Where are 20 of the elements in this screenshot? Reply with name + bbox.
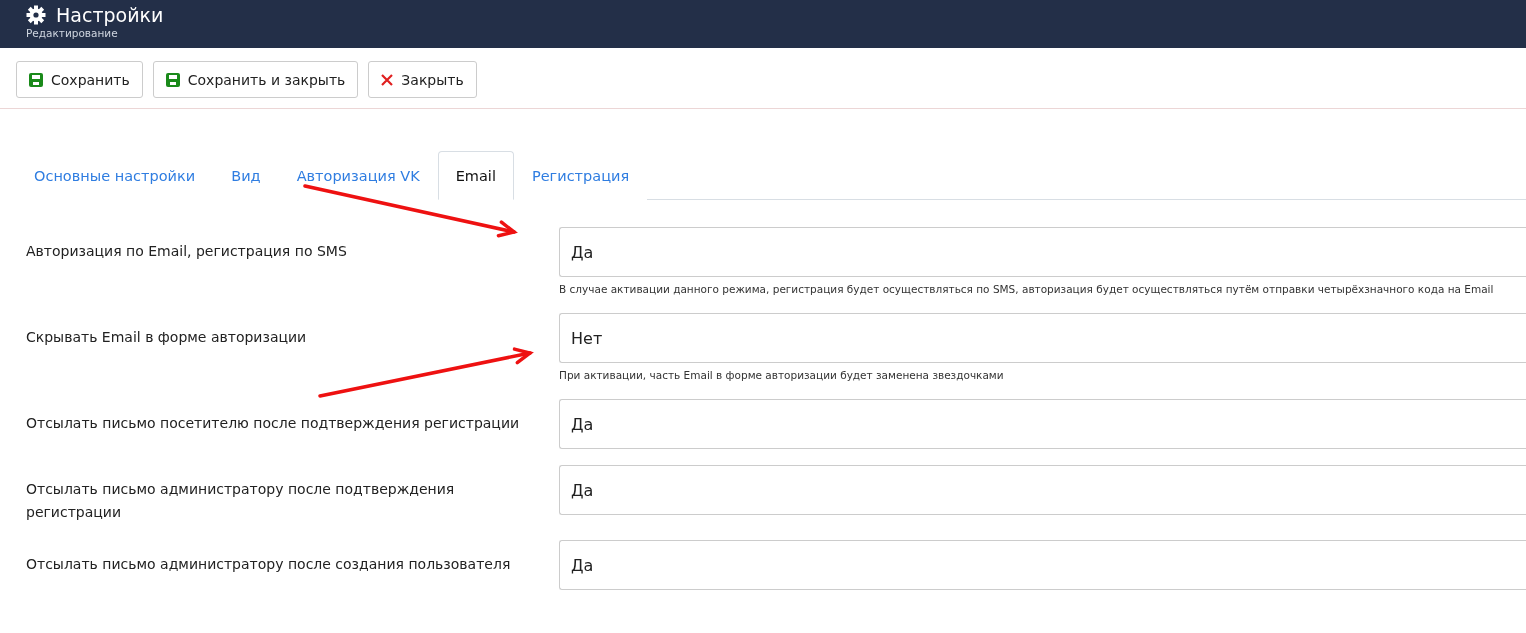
close-icon (381, 73, 394, 86)
field-label: Отсылать письмо администратору после создания пользователя (26, 555, 511, 574)
save-button[interactable]: Сохранить и закрыть (152, 61, 359, 98)
save-button[interactable]: Сохранить (16, 61, 143, 98)
field-label: Скрывать Email в форме авторизации (26, 328, 307, 347)
page-title: Настройки (56, 4, 164, 26)
field-label: Отсылать письмо посетителю после подтверждения регистрации (26, 414, 520, 433)
select-field[interactable]: Да (559, 227, 1526, 277)
help-text: При активации, часть Email в форме авторизации будет заменена звездочками (559, 368, 1005, 383)
select-field[interactable]: Да (559, 465, 1526, 515)
select-field[interactable]: Да (559, 399, 1526, 449)
gear-icon (26, 5, 46, 25)
select-field[interactable]: Да (559, 540, 1526, 590)
page-subtitle: Редактирование (26, 27, 119, 39)
tab[interactable]: Email (437, 151, 514, 200)
help-text: В случае активации данного режима, регистрация будет осуществляться по SMS, авторизация будет осуществляться путём отправки четырёхзначного кода на Email (559, 282, 1495, 297)
select-field[interactable]: Нет (559, 313, 1526, 363)
close-button[interactable]: Закрыть (368, 61, 477, 98)
field-label: Авторизация по Email, регистрация по SMS (26, 242, 347, 261)
field-label: Отсылать письмо администратору после подтверждения регистрации (26, 480, 456, 522)
